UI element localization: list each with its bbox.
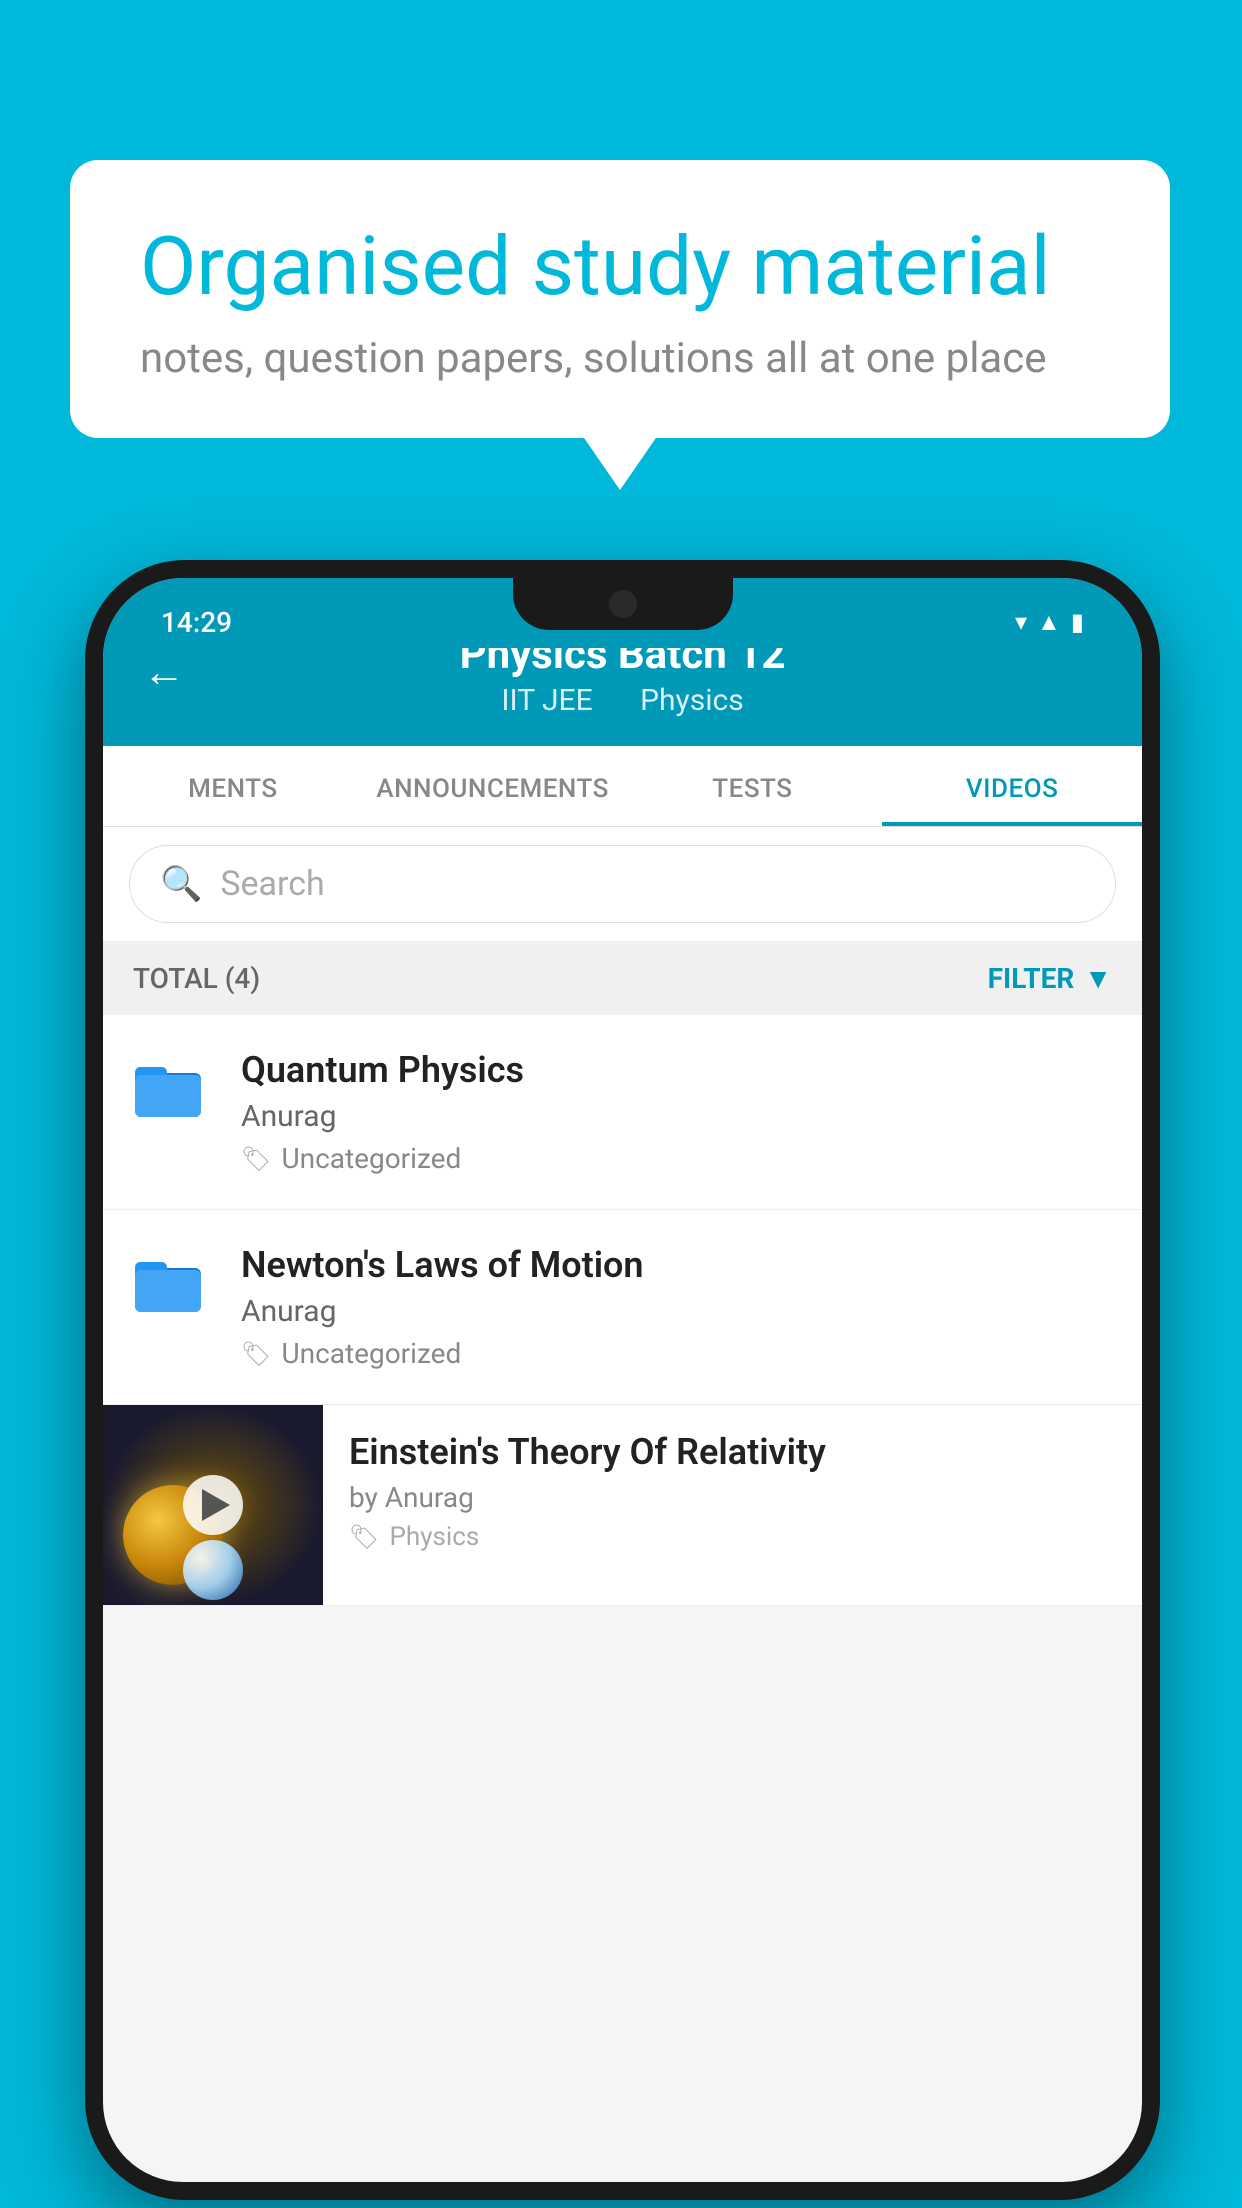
item-tag: 🏷 Uncategorized (241, 1337, 1112, 1370)
item-title: Newton's Laws of Motion (241, 1244, 1112, 1286)
item-title: Einstein's Theory Of Relativity (349, 1431, 1116, 1473)
tag-label: Uncategorized (281, 1337, 461, 1370)
item-info: Newton's Laws of Motion Anurag 🏷 Uncateg… (241, 1244, 1112, 1370)
wifi-icon: ▾ (1015, 608, 1027, 636)
filter-bar: TOTAL (4) FILTER ▼ (103, 942, 1142, 1015)
tab-announcements[interactable]: ANNOUNCEMENTS (363, 746, 623, 826)
folder-icon-wrap (133, 1248, 213, 1322)
tag-icon: 🏷 (241, 1340, 271, 1368)
back-button[interactable]: ← (143, 648, 185, 697)
tab-bar: MENTS ANNOUNCEMENTS TESTS VIDEOS (103, 746, 1142, 827)
subtitle-part1: IIT JEE (501, 683, 592, 718)
search-icon: 🔍 (160, 864, 202, 904)
tag-label: Physics (389, 1522, 479, 1552)
item-author: Anurag (241, 1099, 1112, 1134)
tag-icon: 🏷 (241, 1145, 271, 1173)
status-icons: ▾ ▲ ▮ (1015, 608, 1084, 637)
app-bar-subtitle: IIT JEE Physics (103, 683, 1142, 718)
item-info: Quantum Physics Anurag 🏷 Uncategorized (241, 1049, 1112, 1175)
search-input[interactable]: Search (220, 864, 324, 904)
item-tag: 🏷 Physics (349, 1522, 1116, 1552)
folder-icon-wrap (133, 1053, 213, 1127)
speech-bubble: Organised study material notes, question… (70, 160, 1170, 438)
moon-decoration (183, 1540, 243, 1600)
folder-icon (133, 1248, 203, 1318)
tag-label: Uncategorized (281, 1142, 461, 1175)
item-title: Quantum Physics (241, 1049, 1112, 1091)
video-thumbnail (103, 1405, 323, 1605)
battery-icon: ▮ (1071, 608, 1084, 636)
tab-tests[interactable]: TESTS (623, 746, 883, 826)
folder-icon (133, 1053, 203, 1123)
search-container: 🔍 Search (103, 827, 1142, 942)
play-button[interactable] (183, 1475, 243, 1535)
phone-outer: 14:29 ▾ ▲ ▮ ← Physics Batch 12 IIT JEE P… (85, 560, 1160, 2200)
bubble-title: Organised study material (140, 220, 1100, 314)
tab-videos[interactable]: VIDEOS (882, 746, 1142, 826)
subtitle-part2: Physics (640, 683, 744, 718)
list-item[interactable]: Newton's Laws of Motion Anurag 🏷 Uncateg… (103, 1210, 1142, 1405)
search-bar[interactable]: 🔍 Search (129, 845, 1116, 923)
thumb-info: Einstein's Theory Of Relativity by Anura… (323, 1405, 1142, 1578)
tab-indicator (882, 822, 1142, 826)
total-count: TOTAL (4) (133, 962, 260, 995)
phone-screen: 14:29 ▾ ▲ ▮ ← Physics Batch 12 IIT JEE P… (103, 578, 1142, 2182)
tag-icon: 🏷 (349, 1523, 379, 1551)
bubble-subtitle: notes, question papers, solutions all at… (140, 334, 1100, 383)
video-list: Quantum Physics Anurag 🏷 Uncategorized (103, 1015, 1142, 1606)
list-item[interactable]: Quantum Physics Anurag 🏷 Uncategorized (103, 1015, 1142, 1210)
phone-camera (609, 590, 637, 618)
list-item[interactable]: Einstein's Theory Of Relativity by Anura… (103, 1405, 1142, 1606)
item-author: Anurag (241, 1294, 1112, 1329)
status-time: 14:29 (161, 606, 232, 639)
play-icon (202, 1489, 230, 1521)
phone-notch (513, 578, 733, 630)
filter-icon: ▼ (1084, 962, 1112, 995)
tab-ments[interactable]: MENTS (103, 746, 363, 826)
phone-mockup: 14:29 ▾ ▲ ▮ ← Physics Batch 12 IIT JEE P… (85, 560, 1160, 2200)
filter-button[interactable]: FILTER ▼ (988, 962, 1112, 995)
signal-icon: ▲ (1037, 608, 1061, 637)
filter-label: FILTER (988, 962, 1075, 995)
item-tag: 🏷 Uncategorized (241, 1142, 1112, 1175)
item-author: by Anurag (349, 1481, 1116, 1514)
